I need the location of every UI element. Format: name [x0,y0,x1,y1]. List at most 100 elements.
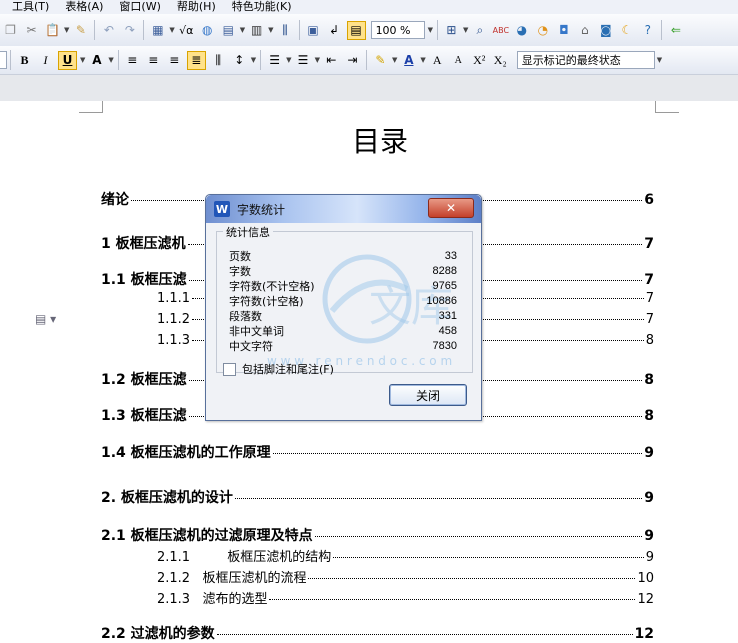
align-left-icon[interactable]: ≡ [124,52,141,69]
spacing-dropdown-icon[interactable]: ▼ [251,56,256,64]
copy-icon[interactable]: ❐ [2,22,19,39]
columns-icon[interactable]: ▥ [248,22,265,39]
help-icon[interactable]: ? [639,22,656,39]
toc-entry[interactable]: 1.4 板框压滤机的工作原理 9 [101,442,654,462]
paragraph-mark-icon[interactable]: ↲ [326,22,343,39]
toc-entry-page: 8 [645,333,654,348]
distributed-icon[interactable]: ⫼ [210,52,227,69]
toc-dot-leader [333,556,644,558]
chart-icon[interactable]: ⫼ [277,22,294,39]
toc-entry-text: 1.4 板框压滤机的工作原理 [101,445,271,461]
font-color-icon[interactable]: A [400,52,417,69]
toc-entry[interactable]: 2.2 过滤机的参数 12 [101,623,654,643]
word-count-dialog: W 字数统计 ✕ 文库 w w w . r e n r e n d o c . … [205,194,482,421]
close-button[interactable]: 关闭 [389,384,467,406]
superscript-icon[interactable]: X² [471,52,488,69]
track-changes-dropdown-icon[interactable]: ▼ [657,56,662,64]
highlight-dropdown-icon[interactable]: ▼ [392,56,397,64]
toc-entry-page: 9 [644,528,654,544]
grow-font-icon[interactable]: A [429,52,446,69]
decrease-indent-icon[interactable]: ⇤ [323,52,340,69]
include-footnotes-checkbox[interactable] [223,362,236,376]
toc-entry[interactable]: 2. 板框压滤机的设计 9 [101,487,654,507]
format-painter-icon[interactable]: ✎ [72,22,89,39]
stat-value: 10886 [426,295,457,307]
select-object-icon[interactable]: ⊞ [443,22,460,39]
italic-icon[interactable]: I [37,52,54,69]
underline-icon[interactable]: U [58,50,77,70]
shrink-font-icon[interactable]: A [450,52,467,69]
find-icon[interactable]: ⌕ [471,22,488,39]
redo-icon[interactable]: ↷ [121,22,138,39]
menu-table[interactable]: 表格(A) [65,0,103,14]
comment-bubble-icon[interactable]: ◙ [597,22,614,39]
underline-dropdown-icon[interactable]: ▼ [80,56,85,64]
justify-icon[interactable]: ≣ [186,50,206,70]
include-footnotes-option[interactable]: 包括脚注和尾注(F) [223,361,334,377]
stat-row: 段落数 331 [229,309,457,324]
undo-icon[interactable]: ↶ [100,22,117,39]
toc-entry-text: 2. 板框压滤机的设计 [101,490,233,506]
stat-row: 页数 33 [229,249,457,264]
stat-row: 字符数(不计空格) 9765 [229,279,457,294]
stat-label: 字数 [229,265,251,278]
toolbar-separator [94,20,96,40]
menu-help[interactable]: 帮助(H) [177,0,216,14]
text-effect-icon[interactable]: A [88,52,105,69]
stat-label: 中文字符 [229,340,273,353]
bullet-list-icon[interactable]: ☰ [295,52,312,69]
smart-tag-icon[interactable]: ▤ ▾ [35,312,56,326]
increase-indent-icon[interactable]: ⇥ [344,52,361,69]
table-dropdown-icon[interactable]: ▼ [169,26,174,34]
back-arrow-icon[interactable]: ⇐ [667,22,684,39]
zoom-dropdown-icon[interactable]: ▼ [428,26,433,34]
grid-dropdown-icon[interactable]: ▼ [240,26,245,34]
font-size-select[interactable] [0,51,7,69]
stat-label: 页数 [229,250,251,263]
backup-icon[interactable]: ◘ [555,22,572,39]
paste-icon[interactable]: 📋 [44,22,61,39]
menu-window[interactable]: 窗口(W) [119,0,160,14]
cut-icon[interactable]: ✂ [23,22,40,39]
stat-row: 字符数(计空格) 10886 [229,294,457,309]
hyperlink-icon[interactable]: ◍ [199,22,216,39]
effect-dropdown-icon[interactable]: ▼ [108,56,113,64]
moon-icon[interactable]: ☾ [618,22,635,39]
paste-dropdown-icon[interactable]: ▼ [64,26,69,34]
numbered-list-icon[interactable]: ☰ [266,52,283,69]
toc-entry[interactable]: 2.1 板框压滤机的过滤原理及特点 9 [101,525,654,545]
toc-dot-leader [216,633,633,635]
bullet-dropdown-icon[interactable]: ▼ [315,56,320,64]
insert-table-icon[interactable]: ▦ [149,22,166,39]
standard-toolbar: ❐ ✂ 📋 ▼ ✎ ↶ ↷ ▦ ▼ √α ◍ ▤ ▼ ▥ ▼ ⫼ ▣ ↲ ▤ 100 %… [0,14,738,47]
align-center-icon[interactable]: ≡ [145,52,162,69]
toc-entry[interactable]: 2.1.3 滤布的选型 12 [101,588,654,607]
menu-special-features[interactable]: 特色功能(K) [232,0,292,14]
template-shirt-icon[interactable]: ⌂ [576,22,593,39]
subscript-icon[interactable]: X₂ [492,52,509,69]
line-spacing-icon[interactable]: ↕ [231,52,248,69]
color-wheel-icon[interactable]: ◔ [534,22,551,39]
track-changes-display-select[interactable]: 显示标记的最终状态 [516,51,655,69]
menu-tools[interactable]: 工具(T) [12,0,49,14]
columns-dropdown-icon[interactable]: ▼ [268,26,273,34]
toolbar-separator [365,50,367,70]
translate-icon[interactable]: ◕ [513,22,530,39]
grid-table-icon[interactable]: ▤ [220,22,237,39]
select-dropdown-icon[interactable]: ▼ [463,26,468,34]
dialog-close-icon[interactable]: ✕ [428,198,474,218]
toc-entry[interactable]: 2.1.2 板框压滤机的流程 10 [101,567,654,586]
show-hide-icon[interactable]: ▤ [346,20,366,40]
highlight-icon[interactable]: ✎ [372,52,389,69]
numbering-dropdown-icon[interactable]: ▼ [286,56,291,64]
spell-check-icon[interactable]: ABC [492,22,509,39]
toc-entry[interactable]: 2.1.1 板框压滤机的结构 9 [101,546,654,565]
font-color-dropdown-icon[interactable]: ▼ [420,56,425,64]
document-map-icon[interactable]: ▣ [305,22,322,39]
align-right-icon[interactable]: ≡ [166,52,183,69]
formula-icon[interactable]: √α [178,22,195,39]
bold-icon[interactable]: B [16,52,33,69]
toc-entry-page: 9 [644,445,654,461]
zoom-select[interactable]: 100 % [370,21,425,39]
dialog-title-bar[interactable]: W 字数统计 ✕ [206,195,481,223]
